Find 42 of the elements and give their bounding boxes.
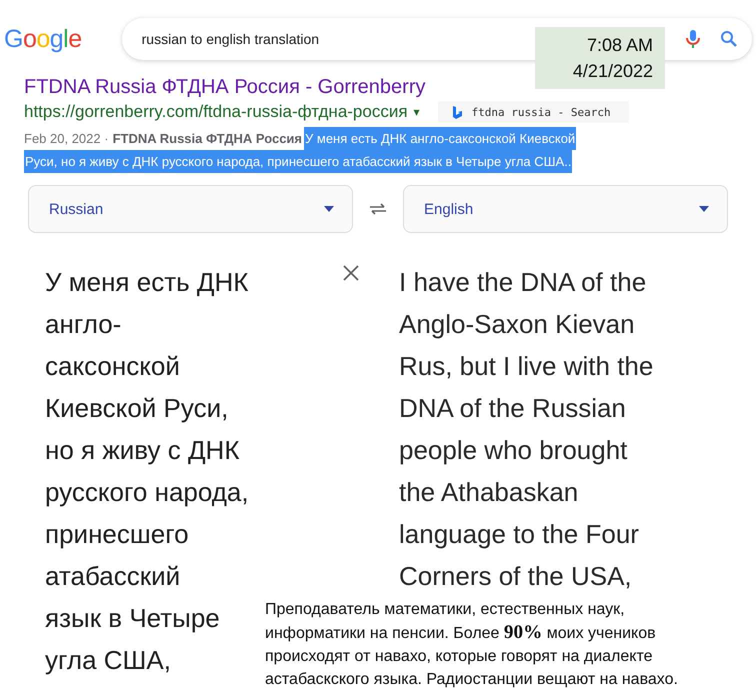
translated-text: Corners of the USA, <box>399 560 632 593</box>
source-text: язык в Четыре <box>45 602 220 635</box>
translated-text: the Athabaskan <box>399 476 578 509</box>
translated-text: Rus, but I live with the <box>399 350 654 383</box>
source-text: принесшего <box>45 518 189 551</box>
source-text: англо- <box>45 308 122 341</box>
snippet-text: Руси, но я живу с ДНК русского народа, принесшего атабасский язык в Четыре угла США.. <box>24 150 572 173</box>
source-text: саксонской <box>45 350 180 383</box>
source-text: но я живу с ДНК <box>45 434 240 467</box>
search-icon[interactable] <box>720 30 738 48</box>
swap-icon[interactable] <box>369 202 387 216</box>
tab-title: ftdna russia - Search <box>472 106 611 118</box>
browser-tab[interactable]: ftdna russia - Search <box>438 101 629 123</box>
google-logo: Google <box>4 24 82 54</box>
target-language-select[interactable]: English <box>403 185 728 233</box>
caption-text: происходят от навахо, которые говорят на диалекте <box>265 647 654 667</box>
close-icon[interactable] <box>343 265 359 281</box>
dropdown-icon <box>324 206 334 212</box>
translated-text: language to the Four <box>399 518 639 551</box>
b-logo-icon <box>452 106 462 118</box>
result-date: Feb 20, 2022 · <box>24 130 109 148</box>
translated-text: I have the DNA of the <box>399 266 646 299</box>
caption-text: астабаскского языка. Радиостанции вещают на навахо. <box>265 670 679 690</box>
source-language-select[interactable]: Russian <box>28 185 353 233</box>
snippet-text: У меня есть ДНК англо-саксонской Киевской <box>304 127 576 150</box>
source-text: Киевской Руси, <box>45 392 228 425</box>
microphone-icon[interactable] <box>686 29 700 49</box>
caption-text: информатики на пенсии. Более 90% моих учеников <box>265 621 657 645</box>
url-caret[interactable]: ▾ <box>414 105 420 119</box>
result-url[interactable]: https://gorrenberry.com/ftdna-russia-фтдна-россия <box>24 102 408 122</box>
translated-text: people who brought <box>399 434 628 467</box>
snippet-title: FTDNA Russia ФТДНА Россия <box>112 130 302 148</box>
caption-text: Преподаватель математики, естественных наук, <box>265 600 626 620</box>
translated-text: DNA of the Russian <box>399 392 626 425</box>
clock-time: 7:08 AM <box>586 34 653 57</box>
source-text: У меня есть ДНК <box>45 266 248 299</box>
source-text: русского народа, <box>45 476 249 509</box>
source-text: угла США, <box>45 644 171 677</box>
source-text: атабасский <box>45 560 180 593</box>
translated-text: Anglo-Saxon Kievan <box>399 308 635 341</box>
search-query: russian to english translation <box>142 31 320 47</box>
dropdown-icon <box>699 206 709 212</box>
